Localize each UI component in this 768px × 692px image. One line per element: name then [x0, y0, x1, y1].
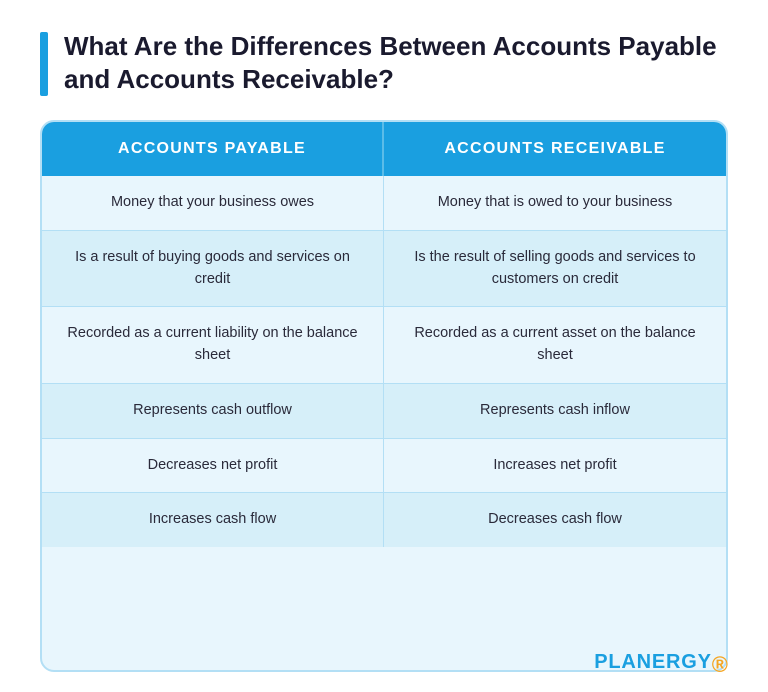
brand-dot: ® — [712, 654, 728, 676]
cell-row5-col1: Increases cash flow — [42, 493, 384, 547]
brand-name: PLANERGY — [594, 651, 712, 674]
table-header: ACCOUNTS PAYABLE ACCOUNTS RECEIVABLE — [42, 122, 726, 176]
title-section: What Are the Differences Between Account… — [40, 30, 728, 96]
cell-row1-col2: Is the result of selling goods and servi… — [384, 231, 726, 307]
table-row: Is a result of buying goods and services… — [42, 231, 726, 308]
cell-row0-col1: Money that your business owes — [42, 176, 384, 230]
cell-row3-col2: Represents cash inflow — [384, 384, 726, 438]
header-col1: ACCOUNTS PAYABLE — [42, 122, 384, 176]
cell-row0-col2: Money that is owed to your business — [384, 176, 726, 230]
cell-row2-col2: Recorded as a current asset on the balan… — [384, 307, 726, 383]
table-body: Money that your business owesMoney that … — [42, 176, 726, 547]
page-wrapper: What Are the Differences Between Account… — [0, 0, 768, 692]
cell-row3-col1: Represents cash outflow — [42, 384, 384, 438]
cell-row5-col2: Decreases cash flow — [384, 493, 726, 547]
cell-row4-col2: Increases net profit — [384, 439, 726, 493]
title-accent-bar — [40, 32, 48, 96]
page-title: What Are the Differences Between Account… — [64, 30, 728, 95]
table-row: Represents cash outflowRepresents cash i… — [42, 384, 726, 439]
header-col2: ACCOUNTS RECEIVABLE — [384, 122, 726, 176]
cell-row4-col1: Decreases net profit — [42, 439, 384, 493]
cell-row1-col1: Is a result of buying goods and services… — [42, 231, 384, 307]
brand-logo: PLANERGY® — [594, 651, 728, 674]
table-row: Recorded as a current liability on the b… — [42, 307, 726, 384]
comparison-table: ACCOUNTS PAYABLE ACCOUNTS RECEIVABLE Mon… — [40, 120, 728, 672]
table-row: Increases cash flowDecreases cash flow — [42, 493, 726, 547]
cell-row2-col1: Recorded as a current liability on the b… — [42, 307, 384, 383]
table-row: Money that your business owesMoney that … — [42, 176, 726, 231]
table-row: Decreases net profitIncreases net profit — [42, 439, 726, 494]
